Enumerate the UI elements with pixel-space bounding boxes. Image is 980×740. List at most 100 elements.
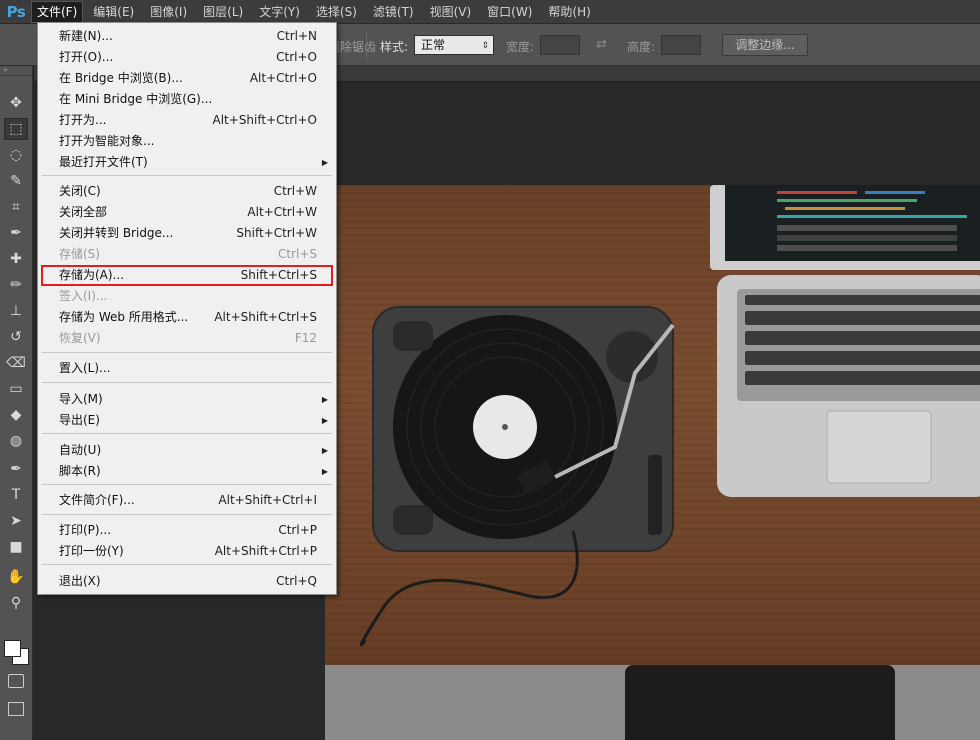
menu-image[interactable]: 图像(I)	[145, 2, 192, 22]
menu-item-label: 关闭(C)	[59, 184, 101, 198]
menu-item-open-as-smart-object[interactable]: 打开为智能对象...	[41, 131, 333, 152]
menu-window[interactable]: 窗口(W)	[482, 2, 537, 22]
tools-panel: » ✥ ⬚ ◌ ✎ ⌗ ✒ ✚ ✏ ⊥ ↺ ⌫ ▭ ◆ ◍ ✒ T ➤ ■ ✋ ⚲	[0, 66, 33, 740]
eyedropper-tool-icon[interactable]: ✒	[4, 222, 28, 244]
menu-item-shortcut: Alt+Ctrl+W	[247, 205, 317, 219]
menu-item-close-and-go-to-bridge[interactable]: 关闭并转到 Bridge... Shift+Ctrl+W	[41, 223, 333, 244]
menu-item-check-in: 签入(I)...	[41, 286, 333, 307]
menu-item-print[interactable]: 打印(P)... Ctrl+P	[41, 520, 333, 541]
path-selection-tool-icon[interactable]: ➤	[4, 510, 28, 532]
menu-layer[interactable]: 图层(L)	[198, 2, 248, 22]
menu-separator	[42, 484, 332, 485]
menu-item-save: 存储(S) Ctrl+S	[41, 244, 333, 265]
height-label: 高度:	[627, 40, 656, 54]
menu-view[interactable]: 视图(V)	[425, 2, 477, 22]
refine-edge-button[interactable]: 调整边缘...	[722, 34, 808, 56]
move-tool-icon[interactable]: ✥	[4, 92, 28, 114]
menu-item-shortcut: F12	[294, 331, 317, 345]
history-brush-tool-icon[interactable]: ↺	[4, 326, 28, 348]
type-tool-icon[interactable]: T	[4, 484, 28, 506]
submenu-arrow-icon: ▶	[321, 467, 328, 476]
hand-tool-icon[interactable]: ✋	[4, 566, 28, 588]
menu-type[interactable]: 文字(Y)	[254, 2, 305, 22]
gradient-tool-icon[interactable]: ▭	[4, 378, 28, 400]
menu-item-scripts[interactable]: 脚本(R) ▶	[41, 461, 333, 482]
menu-item-label: 文件简介(F)...	[59, 493, 135, 507]
width-label: 宽度:	[506, 40, 535, 54]
healing-brush-tool-icon[interactable]: ✚	[4, 248, 28, 270]
menu-item-shortcut: Alt+Ctrl+O	[249, 71, 317, 85]
screen-mode-icon[interactable]	[8, 702, 24, 716]
menu-bar: Ps 文件(F) 编辑(E) 图像(I) 图层(L) 文字(Y) 选择(S) 滤…	[0, 0, 980, 24]
width-input[interactable]	[540, 35, 580, 55]
menu-item-shortcut: Alt+Shift+Ctrl+I	[218, 493, 317, 507]
menu-item-label: 退出(X)	[59, 574, 101, 588]
menu-item-shortcut: Shift+Ctrl+W	[236, 226, 317, 240]
clone-stamp-tool-icon[interactable]: ⊥	[4, 300, 28, 322]
menu-item-browse-in-bridge[interactable]: 在 Bridge 中浏览(B)... Alt+Ctrl+O	[41, 68, 333, 89]
menu-item-place[interactable]: 置入(L)...	[41, 358, 333, 379]
menu-item-label: 打印(P)...	[59, 523, 112, 537]
menu-item-label: 在 Mini Bridge 中浏览(G)...	[59, 92, 213, 106]
options-divider	[366, 32, 367, 58]
lasso-tool-icon[interactable]: ◌	[4, 144, 28, 166]
menu-select[interactable]: 选择(S)	[311, 2, 362, 22]
menu-item-file-info[interactable]: 文件简介(F)... Alt+Shift+Ctrl+I	[41, 490, 333, 511]
menu-item-label: 新建(N)...	[59, 29, 113, 43]
crop-tool-icon[interactable]: ⌗	[4, 196, 28, 218]
photoshop-logo: Ps	[6, 2, 26, 21]
menu-item-shortcut: Ctrl+P	[278, 523, 317, 537]
menu-item-new[interactable]: 新建(N)... Ctrl+N	[41, 26, 333, 47]
pen-tool-icon[interactable]: ✒	[4, 458, 28, 480]
menu-item-export[interactable]: 导出(E) ▶	[41, 410, 333, 431]
blur-tool-icon[interactable]: ◆	[4, 404, 28, 426]
menu-item-label: 置入(L)...	[59, 361, 111, 375]
style-select[interactable]: 正常 ⇕	[414, 35, 494, 55]
brush-tool-icon[interactable]: ✏	[4, 274, 28, 296]
style-label: 样式:	[380, 40, 409, 54]
pitch-slider	[648, 455, 662, 535]
eraser-tool-icon[interactable]: ⌫	[4, 352, 28, 374]
menu-item-close[interactable]: 关闭(C) Ctrl+W	[41, 181, 333, 202]
menu-item-shortcut: Ctrl+N	[276, 29, 317, 43]
height-input[interactable]	[661, 35, 701, 55]
panel-grip-icon[interactable]: »	[0, 66, 32, 76]
menu-item-label: 存储(S)	[59, 247, 100, 261]
menu-item-label: 关闭全部	[59, 205, 108, 219]
quick-mask-icon[interactable]	[8, 674, 24, 688]
menu-item-save-for-web[interactable]: 存储为 Web 所用格式... Alt+Shift+Ctrl+S	[41, 307, 333, 328]
menu-item-label: 存储为 Web 所用格式...	[59, 310, 189, 324]
laptop-trackpad	[826, 410, 932, 484]
menu-item-shortcut: Shift+Ctrl+S	[240, 268, 317, 282]
menu-separator	[42, 352, 332, 353]
menu-file[interactable]: 文件(F)	[30, 0, 84, 23]
menu-item-print-one-copy[interactable]: 打印一份(Y) Alt+Shift+Ctrl+P	[41, 541, 333, 562]
foreground-color-swatch[interactable]	[4, 640, 21, 657]
dodge-tool-icon[interactable]: ◍	[4, 430, 28, 452]
menu-item-open-as[interactable]: 打开为... Alt+Shift+Ctrl+O	[41, 110, 333, 131]
menu-item-label: 导入(M)	[59, 392, 103, 406]
menu-item-recent-files[interactable]: 最近打开文件(T) ▶	[41, 152, 333, 173]
menu-item-label: 打印一份(Y)	[59, 544, 124, 558]
menu-item-exit[interactable]: 退出(X) Ctrl+Q	[41, 571, 333, 592]
menu-item-browse-in-mini-bridge[interactable]: 在 Mini Bridge 中浏览(G)...	[41, 89, 333, 110]
document-image[interactable]	[325, 185, 980, 740]
menu-filter[interactable]: 滤镜(T)	[368, 2, 419, 22]
menu-item-save-as[interactable]: 存储为(A)... Shift+Ctrl+S	[41, 265, 333, 286]
menu-item-open[interactable]: 打开(O)... Ctrl+O	[41, 47, 333, 68]
menu-edit[interactable]: 编辑(E)	[88, 2, 139, 22]
menu-item-close-all[interactable]: 关闭全部 Alt+Ctrl+W	[41, 202, 333, 223]
menu-item-label: 在 Bridge 中浏览(B)...	[59, 71, 183, 85]
menu-separator	[42, 514, 332, 515]
submenu-arrow-icon: ▶	[321, 446, 328, 455]
menu-separator	[42, 433, 332, 434]
menu-item-automate[interactable]: 自动(U) ▶	[41, 440, 333, 461]
menu-help[interactable]: 帮助(H)	[543, 2, 595, 22]
swap-arrows-icon[interactable]: ⇄	[596, 37, 607, 52]
submenu-arrow-icon: ▶	[321, 158, 328, 167]
menu-item-import[interactable]: 导入(M) ▶	[41, 389, 333, 410]
rectangle-tool-icon[interactable]: ■	[4, 536, 28, 558]
zoom-tool-icon[interactable]: ⚲	[4, 592, 28, 614]
marquee-tool-icon[interactable]: ⬚	[4, 118, 28, 140]
quick-selection-tool-icon[interactable]: ✎	[4, 170, 28, 192]
